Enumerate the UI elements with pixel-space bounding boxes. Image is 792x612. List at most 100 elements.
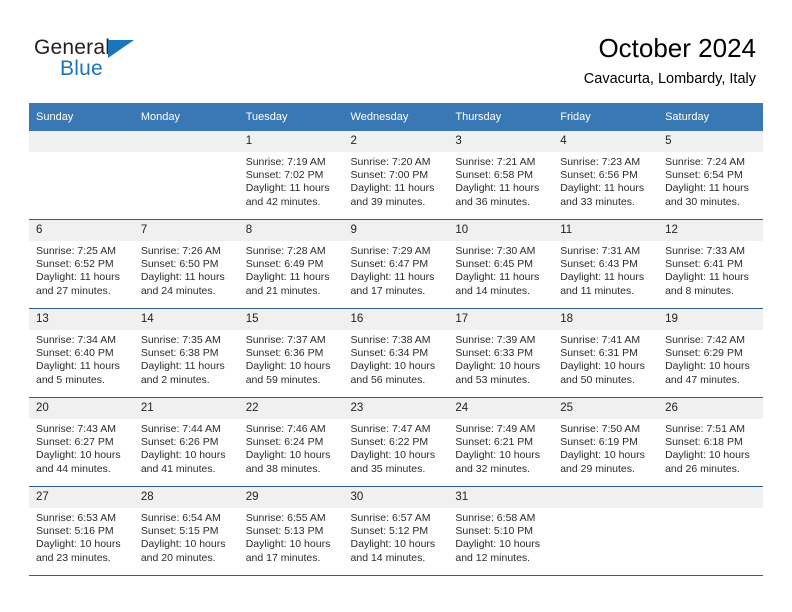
- calendar-day-cell[interactable]: 12 Sunrise: 7:33 AM Sunset: 6:41 PM Dayligh…: [658, 219, 763, 309]
- sunrise-text: Sunrise: 7:33 AM: [665, 245, 746, 257]
- calendar-day-cell[interactable]: 2 Sunrise: 7:20 AM Sunset: 7:00 PM Daylight…: [343, 131, 449, 220]
- day-details: Sunrise: 7:20 AM Sunset: 7:00 PM Daylight:…: [344, 152, 449, 209]
- day-number: 5: [658, 131, 763, 152]
- weekday-header-thursday: Thursday: [448, 103, 554, 131]
- sunrise-text: Sunrise: 7:44 AM: [140, 423, 221, 435]
- calendar-day-cell[interactable]: 6 Sunrise: 7:25 AM Sunset: 6:52 PM Daylight…: [29, 219, 134, 309]
- sunset-text: Sunset: 6:54 PM: [665, 169, 743, 182]
- day-details: Sunrise: 7:49 AM Sunset: 6:21 PM Daylight:…: [448, 419, 553, 476]
- daylight-text-line1: Daylight: 10 hours: [245, 538, 331, 551]
- daylight-text-line1: Daylight: 10 hours: [455, 449, 541, 462]
- daylight-text-line1: Daylight: 10 hours: [455, 360, 541, 373]
- calendar-day-cell[interactable]: 20 Sunrise: 7:43 AM Sunset: 6:27 PM Dayligh…: [29, 397, 134, 487]
- calendar-week-row: 20 Sunrise: 7:43 AM Sunset: 6:27 PM Dayligh…: [29, 397, 763, 487]
- day-number: 7: [133, 220, 239, 241]
- day-number: 20: [29, 398, 134, 419]
- general-blue-logo[interactable]: General Blue: [34, 36, 214, 90]
- daylight-text-line1: Daylight: 10 hours: [665, 449, 750, 462]
- daylight-text-line2: and 44 minutes.: [36, 462, 111, 475]
- calendar-day-cell[interactable]: 4 Sunrise: 7:23 AM Sunset: 6:56 PM Daylight…: [553, 131, 659, 220]
- calendar-day-cell[interactable]: 15 Sunrise: 7:37 AM Sunset: 6:36 PM Dayligh…: [238, 308, 344, 398]
- calendar-week-row: 27 Sunrise: 6:53 AM Sunset: 5:16 PM Dayligh…: [29, 486, 763, 576]
- calendar-day-cell[interactable]: 7 Sunrise: 7:26 AM Sunset: 6:50 PM Daylight…: [133, 219, 239, 309]
- sunrise-text: Sunrise: 7:29 AM: [350, 245, 431, 257]
- calendar-day-cell[interactable]: 17 Sunrise: 7:39 AM Sunset: 6:33 PM Dayligh…: [448, 308, 554, 398]
- daylight-text-line2: and 59 minutes.: [245, 373, 321, 386]
- calendar-day-cell[interactable]: 11 Sunrise: 7:31 AM Sunset: 6:43 PM Dayligh…: [553, 219, 659, 309]
- sunrise-text: Sunrise: 7:51 AM: [665, 423, 746, 435]
- daylight-text-line2: and 47 minutes.: [665, 373, 740, 386]
- calendar-day-cell[interactable]: 1 Sunrise: 7:19 AM Sunset: 7:02 PM Daylight…: [238, 131, 344, 220]
- calendar-day-cell[interactable]: 31 Sunrise: 6:58 AM Sunset: 5:10 PM Dayligh…: [448, 486, 554, 576]
- calendar-day-cell[interactable]: 19 Sunrise: 7:42 AM Sunset: 6:29 PM Dayligh…: [658, 308, 763, 398]
- sunset-text: Sunset: 6:38 PM: [140, 347, 219, 360]
- sunrise-text: Sunrise: 7:19 AM: [245, 156, 326, 168]
- sunset-text: Sunset: 7:02 PM: [245, 169, 324, 182]
- sunrise-text: Sunrise: 7:31 AM: [560, 245, 641, 257]
- calendar-day-cell[interactable]: 26 Sunrise: 7:51 AM Sunset: 6:18 PM Dayligh…: [658, 397, 763, 487]
- sunset-text: Sunset: 6:33 PM: [455, 347, 534, 360]
- daylight-text-line1: Daylight: 11 hours: [665, 271, 749, 284]
- daylight-text-line2: and 8 minutes.: [665, 284, 734, 297]
- day-details: Sunrise: 6:55 AM Sunset: 5:13 PM Daylight:…: [239, 508, 344, 565]
- weekday-header-wednesday: Wednesday: [343, 103, 449, 131]
- calendar-day-cell[interactable]: 14 Sunrise: 7:35 AM Sunset: 6:38 PM Dayligh…: [133, 308, 239, 398]
- daylight-text-line2: and 42 minutes.: [245, 195, 321, 208]
- daylight-text-line1: Daylight: 11 hours: [140, 360, 225, 373]
- sunrise-text: Sunrise: 7:49 AM: [455, 423, 536, 435]
- calendar-day-cell-empty: [553, 486, 659, 576]
- day-details: Sunrise: 7:35 AM Sunset: 6:38 PM Daylight:…: [134, 330, 239, 387]
- title-block: October 2024 Cavacurta, Lombardy, Italy: [584, 33, 756, 89]
- daylight-text-line2: and 35 minutes.: [350, 462, 426, 475]
- sunrise-text: Sunrise: 6:57 AM: [350, 512, 431, 524]
- sunset-text: Sunset: 6:24 PM: [245, 436, 324, 449]
- day-number: 8: [238, 220, 344, 241]
- day-details: Sunrise: 7:38 AM Sunset: 6:34 PM Daylight:…: [344, 330, 449, 387]
- calendar-day-cell[interactable]: 27 Sunrise: 6:53 AM Sunset: 5:16 PM Dayligh…: [29, 486, 134, 576]
- calendar-day-cell[interactable]: 30 Sunrise: 6:57 AM Sunset: 5:12 PM Dayligh…: [343, 486, 449, 576]
- day-number: 27: [29, 487, 134, 508]
- daylight-text-line1: Daylight: 11 hours: [665, 182, 749, 195]
- day-details: Sunrise: 7:44 AM Sunset: 6:26 PM Daylight:…: [134, 419, 239, 476]
- calendar-day-cell[interactable]: 23 Sunrise: 7:47 AM Sunset: 6:22 PM Dayligh…: [343, 397, 449, 487]
- daylight-text-line2: and 23 minutes.: [36, 551, 111, 564]
- sunset-text: Sunset: 5:15 PM: [140, 525, 219, 538]
- calendar-day-cell[interactable]: 25 Sunrise: 7:50 AM Sunset: 6:19 PM Dayligh…: [553, 397, 659, 487]
- sunrise-text: Sunrise: 6:55 AM: [245, 512, 326, 524]
- sunrise-text: Sunrise: 7:26 AM: [140, 245, 221, 257]
- calendar-day-cell[interactable]: 22 Sunrise: 7:46 AM Sunset: 6:24 PM Dayligh…: [238, 397, 344, 487]
- day-number: 2: [343, 131, 449, 152]
- sunset-text: Sunset: 6:18 PM: [665, 436, 743, 449]
- calendar-day-cell[interactable]: 13 Sunrise: 7:34 AM Sunset: 6:40 PM Dayligh…: [29, 308, 134, 398]
- daylight-text-line2: and 50 minutes.: [560, 373, 635, 386]
- calendar-day-cell[interactable]: 18 Sunrise: 7:41 AM Sunset: 6:31 PM Dayligh…: [553, 308, 659, 398]
- triangle-icon: [108, 40, 134, 58]
- calendar-day-cell[interactable]: 9 Sunrise: 7:29 AM Sunset: 6:47 PM Daylight…: [343, 219, 449, 309]
- daylight-text-line1: Daylight: 11 hours: [245, 271, 330, 284]
- page-header: General Blue October 2024 Cavacurta, Lom…: [0, 0, 792, 100]
- day-number: 19: [658, 309, 763, 330]
- calendar-day-cell[interactable]: 28 Sunrise: 6:54 AM Sunset: 5:15 PM Dayligh…: [133, 486, 239, 576]
- calendar-day-cell[interactable]: 21 Sunrise: 7:44 AM Sunset: 6:26 PM Dayligh…: [133, 397, 239, 487]
- weekday-header-tuesday: Tuesday: [238, 103, 344, 131]
- calendar-day-cell[interactable]: 24 Sunrise: 7:49 AM Sunset: 6:21 PM Dayligh…: [448, 397, 554, 487]
- calendar-week-row: 13 Sunrise: 7:34 AM Sunset: 6:40 PM Dayligh…: [29, 308, 763, 398]
- calendar-day-cell[interactable]: 3 Sunrise: 7:21 AM Sunset: 6:58 PM Daylight…: [448, 131, 554, 220]
- calendar-day-cell[interactable]: 16 Sunrise: 7:38 AM Sunset: 6:34 PM Dayligh…: [343, 308, 449, 398]
- day-number: 29: [238, 487, 344, 508]
- daylight-text-line2: and 56 minutes.: [350, 373, 426, 386]
- calendar-week-row: 1 Sunrise: 7:19 AM Sunset: 7:02 PM Daylight…: [29, 131, 763, 220]
- sunrise-text: Sunrise: 7:21 AM: [455, 156, 536, 168]
- day-number: 17: [448, 309, 554, 330]
- calendar-day-cell[interactable]: 8 Sunrise: 7:28 AM Sunset: 6:49 PM Daylight…: [238, 219, 344, 309]
- sunrise-text: Sunrise: 7:38 AM: [350, 334, 431, 346]
- sunset-text: Sunset: 6:47 PM: [350, 258, 429, 271]
- daylight-text-line2: and 26 minutes.: [665, 462, 740, 475]
- sunrise-text: Sunrise: 6:54 AM: [140, 512, 221, 524]
- calendar-day-cell[interactable]: 5 Sunrise: 7:24 AM Sunset: 6:54 PM Daylight…: [658, 131, 763, 220]
- sunrise-text: Sunrise: 7:23 AM: [560, 156, 641, 168]
- day-number: 12: [658, 220, 763, 241]
- calendar-day-cell[interactable]: 29 Sunrise: 6:55 AM Sunset: 5:13 PM Dayligh…: [238, 486, 344, 576]
- sunset-text: Sunset: 5:12 PM: [350, 525, 429, 538]
- calendar-day-cell[interactable]: 10 Sunrise: 7:30 AM Sunset: 6:45 PM Dayligh…: [448, 219, 554, 309]
